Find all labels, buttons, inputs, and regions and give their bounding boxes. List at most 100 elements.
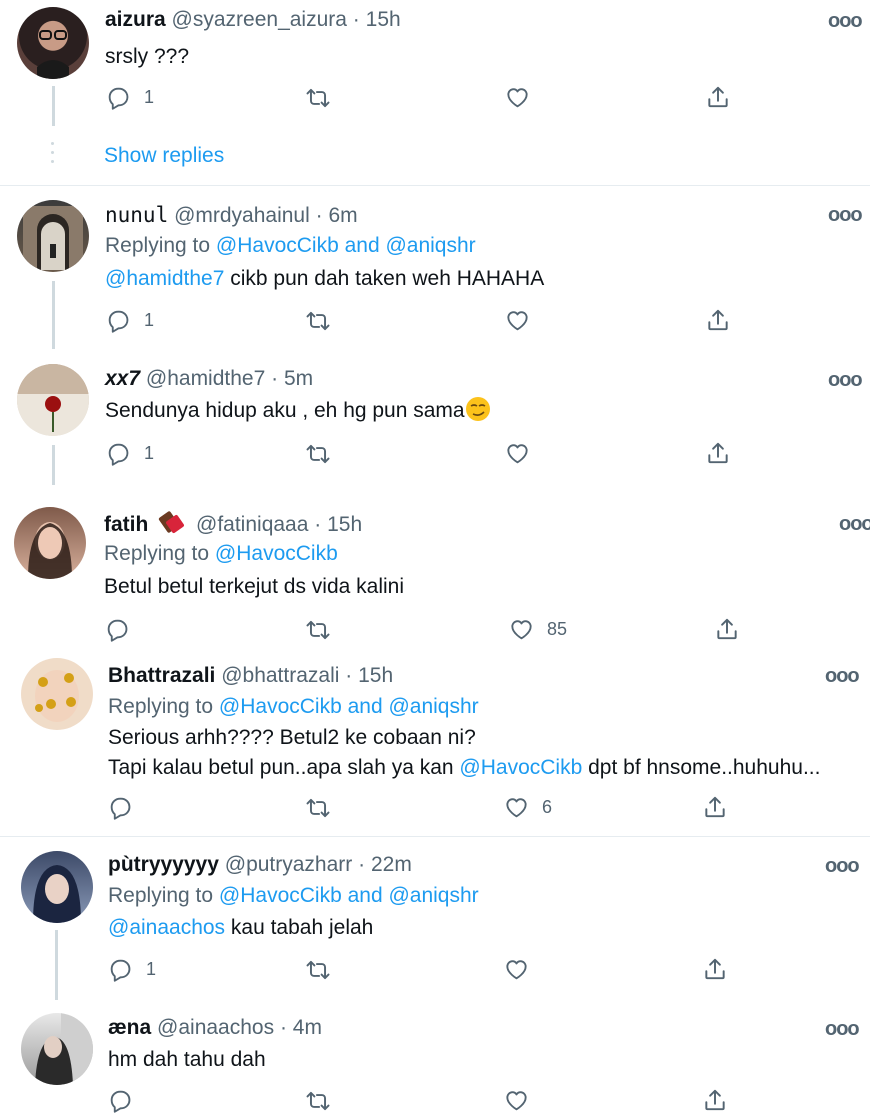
- display-name[interactable]: aizura: [105, 8, 166, 31]
- display-name[interactable]: Bhattrazali: [108, 664, 215, 687]
- share-button[interactable]: [705, 84, 731, 110]
- tweet[interactable]: fatih @fatiniqaaa · 15h ooo Replying to …: [0, 495, 870, 650]
- reply-count: 1: [144, 87, 155, 107]
- timestamp[interactable]: 5m: [284, 367, 313, 390]
- tweet[interactable]: æna @ainaachos · 4m ooo hm dah tahu dah: [0, 1000, 870, 1116]
- like-button[interactable]: [505, 308, 530, 333]
- reply-button[interactable]: 1: [108, 957, 156, 982]
- show-replies-link[interactable]: Show replies: [104, 144, 224, 168]
- tweet[interactable]: nunul @mrdyahainul · 6m ooo Replying to …: [0, 186, 870, 349]
- avatar[interactable]: [17, 200, 89, 272]
- like-button[interactable]: [505, 441, 530, 466]
- user-handle[interactable]: @bhattrazali: [221, 664, 339, 687]
- replying-users-link[interactable]: @HavocCikb and @aniqshr: [219, 695, 479, 718]
- user-handle[interactable]: @syazreen_aizura: [172, 8, 347, 31]
- share-icon: [702, 1087, 728, 1113]
- timestamp[interactable]: 4m: [293, 1016, 322, 1039]
- replying-to: Replying to @HavocCikb: [104, 542, 338, 566]
- replying-users-link[interactable]: @HavocCikb and @aniqshr: [216, 234, 476, 257]
- like-count: 85: [547, 619, 568, 639]
- chocolate-emoji-icon: [158, 511, 186, 541]
- tweet[interactable]: pùtryyyyyy @putryazharr · 22m ooo Replyi…: [0, 837, 870, 1000]
- retweet-button[interactable]: [305, 1088, 331, 1114]
- more-options-icon[interactable]: ooo: [828, 369, 863, 392]
- display-name[interactable]: pùtryyyyyy: [108, 853, 219, 876]
- like-button[interactable]: [505, 85, 530, 110]
- tweet-text: Sendunya hidup aku , eh hg pun sama: [105, 395, 491, 431]
- user-handle[interactable]: @putryazharr: [225, 853, 353, 876]
- timestamp[interactable]: 22m: [371, 853, 412, 876]
- heart-icon: [504, 957, 529, 982]
- separator-dot: ·: [271, 367, 279, 390]
- user-handle[interactable]: @mrdyahainul: [174, 204, 310, 227]
- tweet-text-content: kau tabah jelah: [225, 916, 374, 939]
- retweet-button[interactable]: [305, 85, 331, 111]
- avatar[interactable]: [17, 7, 89, 79]
- retweet-button[interactable]: [305, 308, 331, 334]
- reply-button[interactable]: 1: [106, 308, 154, 333]
- share-icon: [702, 794, 728, 820]
- more-options-icon[interactable]: ooo: [828, 10, 863, 33]
- thread-dots: [51, 142, 54, 169]
- more-options-icon[interactable]: ooo: [839, 513, 870, 536]
- like-button[interactable]: [504, 1088, 529, 1113]
- more-options-icon[interactable]: ooo: [828, 204, 863, 227]
- tweet[interactable]: aizura @syazreen_aizura · 15h ooo srsly …: [0, 0, 870, 185]
- like-button[interactable]: 6: [504, 795, 552, 820]
- tweet-text-content: Tapi kalau betul pun..apa slah ya kan: [108, 756, 460, 779]
- display-name[interactable]: xx7: [105, 367, 140, 390]
- more-options-icon[interactable]: ooo: [825, 1018, 860, 1041]
- share-icon: [702, 956, 728, 982]
- retweet-icon: [305, 85, 331, 111]
- more-options-icon[interactable]: ooo: [825, 665, 860, 688]
- user-handle[interactable]: @hamidthe7: [146, 367, 265, 390]
- tweet-text-content: dpt bf hnsome..huhuhu...: [582, 756, 821, 779]
- display-name[interactable]: fatih: [104, 513, 148, 536]
- avatar[interactable]: [21, 1013, 93, 1085]
- timestamp[interactable]: 15h: [327, 513, 362, 536]
- share-button[interactable]: [702, 1087, 728, 1113]
- separator-dot: ·: [358, 853, 366, 876]
- heart-icon: [505, 441, 530, 466]
- replying-users-link[interactable]: @HavocCikb: [215, 542, 338, 565]
- share-button[interactable]: [714, 616, 740, 642]
- avatar[interactable]: [17, 364, 89, 436]
- display-name[interactable]: nunul: [105, 203, 168, 227]
- reply-button[interactable]: 1: [106, 441, 154, 466]
- retweet-button[interactable]: [305, 617, 331, 643]
- user-handle[interactable]: @fatiniqaaa: [196, 513, 308, 536]
- tweet[interactable]: Bhattrazali @bhattrazali · 15h ooo Reply…: [0, 650, 870, 835]
- reply-button[interactable]: [108, 1088, 133, 1113]
- display-name[interactable]: æna: [108, 1016, 151, 1039]
- reply-button[interactable]: 1: [106, 85, 154, 110]
- mention-link[interactable]: @ainaachos: [108, 916, 225, 939]
- retweet-button[interactable]: [305, 441, 331, 467]
- reply-button[interactable]: [105, 617, 130, 642]
- timestamp[interactable]: 15h: [366, 8, 401, 31]
- reply-count: 1: [146, 959, 157, 979]
- replying-users-link[interactable]: @HavocCikb and @aniqshr: [219, 884, 479, 907]
- more-options-icon[interactable]: ooo: [825, 855, 860, 878]
- share-button[interactable]: [705, 307, 731, 333]
- tweet-header: Bhattrazali @bhattrazali · 15h: [108, 664, 393, 688]
- share-button[interactable]: [702, 956, 728, 982]
- tweet-text-line-2: Tapi kalau betul pun..apa slah ya kan @H…: [108, 752, 820, 783]
- retweet-button[interactable]: [305, 957, 331, 983]
- like-button[interactable]: [504, 957, 529, 982]
- mention-link[interactable]: @hamidthe7: [105, 267, 224, 290]
- timestamp[interactable]: 15h: [358, 664, 393, 687]
- reply-button[interactable]: [108, 795, 133, 820]
- avatar[interactable]: [14, 507, 86, 579]
- share-button[interactable]: [702, 794, 728, 820]
- tweet[interactable]: xx7 @hamidthe7 · 5m ooo Sendunya hidup a…: [0, 350, 870, 485]
- retweet-button[interactable]: [305, 795, 331, 821]
- share-button[interactable]: [705, 440, 731, 466]
- retweet-icon: [305, 795, 331, 821]
- mention-link[interactable]: @HavocCikb: [459, 756, 582, 779]
- reply-count: 1: [144, 443, 155, 463]
- avatar[interactable]: [21, 658, 93, 730]
- timestamp[interactable]: 6m: [328, 204, 357, 227]
- like-button[interactable]: 85: [509, 617, 567, 642]
- user-handle[interactable]: @ainaachos: [157, 1016, 274, 1039]
- avatar[interactable]: [21, 851, 93, 923]
